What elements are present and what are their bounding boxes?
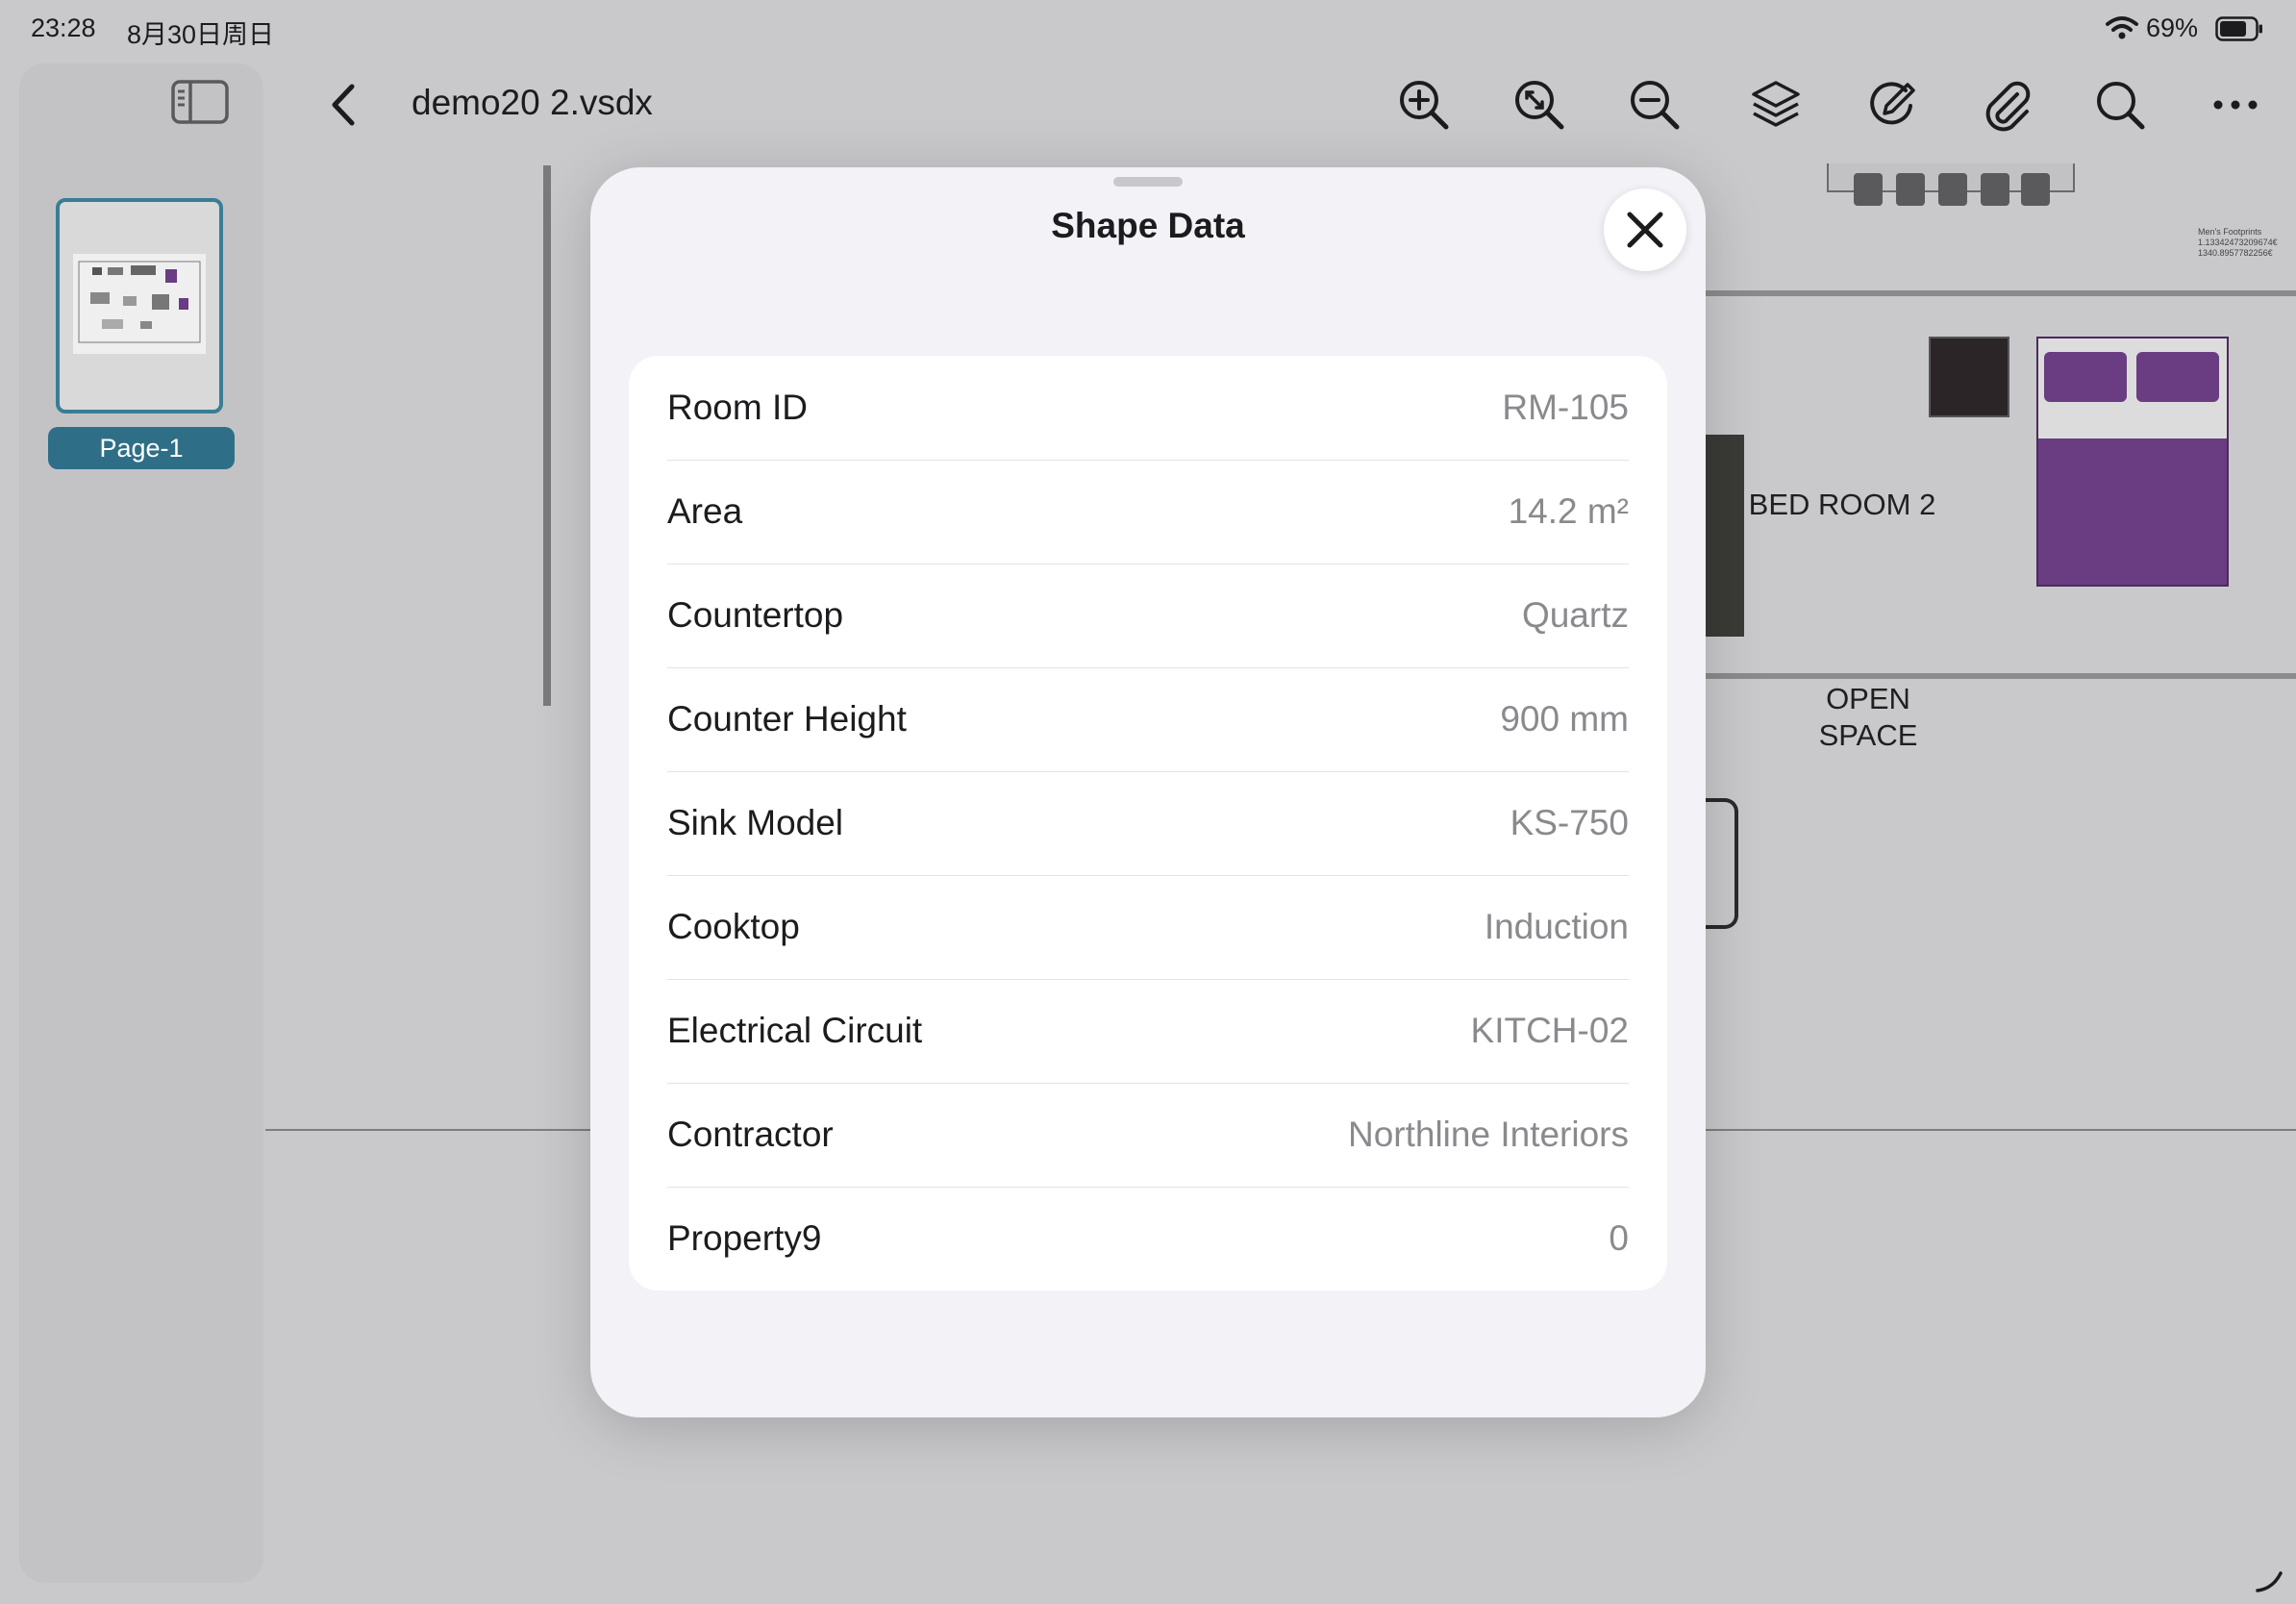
property-value: KS-750 [1510,803,1629,842]
list-item[interactable]: Electrical Circuit KITCH-02 [667,979,1629,1084]
list-item[interactable]: Property9 0 [667,1187,1629,1291]
door-shape [1706,798,1738,929]
attachment-icon[interactable] [1979,77,2034,133]
property-value: Induction [1484,907,1629,946]
battery-percent: 69% [2146,13,2199,42]
page-sidebar: Page-1 [19,63,263,1583]
status-time: 23:28 [31,13,96,42]
property-value: Quartz [1521,595,1629,635]
chair-shape [1896,173,1925,206]
document-title: demo20 2.vsdx [412,83,653,122]
sheet-title: Shape Data [1051,206,1245,245]
markup-icon[interactable] [1863,77,1919,133]
property-name: Room ID [667,388,808,427]
list-item[interactable]: Cooktop Induction [667,875,1629,980]
more-icon[interactable] [2208,77,2263,133]
wardrobe-shape [1706,435,1744,637]
page-label[interactable]: Page-1 [48,427,235,469]
zoom-fit-icon[interactable] [1511,77,1567,133]
status-date: 8月30日周日 [127,20,275,49]
property-name: Sink Model [667,803,844,842]
property-value: RM-105 [1502,388,1629,427]
property-name: Electrical Circuit [667,1011,923,1050]
canvas-wall [543,165,551,706]
list-item[interactable]: Sink Model KS-750 [667,771,1629,876]
footprint-note-line: 1.13342473209674€ [2198,238,2278,247]
property-name: Area [667,491,743,531]
property-name: Counter Height [667,699,907,739]
zoom-out-icon[interactable] [1627,77,1683,133]
sidebar-toggle-icon[interactable] [171,80,229,124]
canvas-wall [1706,673,2296,679]
battery-icon [2215,16,2262,41]
page-thumbnail[interactable] [56,198,223,414]
chair-shape [1854,173,1883,206]
room-label: BED ROOM 2 [1748,488,1936,521]
resize-corner-icon [2256,1571,2283,1592]
nightstand-shape [1929,337,2009,417]
bed-shape [2036,337,2229,587]
status-bar: 23:28 8月30日周日 69% [0,0,2296,60]
canvas-wall [1706,290,2296,296]
footprint-note-line: Men's Footprints [2198,227,2262,237]
list-item[interactable]: Counter Height 900 mm [667,667,1629,772]
property-name: Contractor [667,1115,834,1154]
list-item[interactable]: Room ID RM-105 [667,356,1629,461]
sheet-grabber[interactable] [1113,177,1183,187]
shape-data-sheet: Shape Data Room ID RM-105 Area 14.2 m² C… [590,167,1706,1417]
property-value: 14.2 m² [1508,491,1629,531]
property-name: Countertop [667,595,844,635]
list-item[interactable]: Countertop Quartz [667,564,1629,668]
page-thumbnail-preview [73,254,206,354]
chair-shape [1981,173,2009,206]
list-item[interactable]: Area 14.2 m² [667,460,1629,564]
property-value: 0 [1609,1218,1629,1258]
back-chevron-icon[interactable] [325,81,363,129]
wifi-icon [2106,16,2138,39]
list-item[interactable]: Contractor Northline Interiors [667,1083,1629,1188]
property-name: Cooktop [667,907,800,946]
property-name: Property9 [667,1218,822,1258]
shape-data-list: Room ID RM-105 Area 14.2 m² Countertop Q… [629,356,1667,1291]
footprint-note-line: 1340.8957782256€ [2198,248,2273,258]
property-value: 900 mm [1500,699,1629,739]
property-value: Northline Interiors [1347,1115,1629,1154]
close-icon [1627,212,1663,248]
room-label: OPEN SPACE [1818,682,1918,752]
chair-shape [1938,173,1967,206]
bed-pillow [2044,352,2127,402]
property-value: KITCH-02 [1470,1011,1629,1050]
close-button[interactable] [1604,188,1686,271]
chair-shape [2021,173,2050,206]
layers-icon[interactable] [1748,77,1804,133]
bed-pillow [2136,352,2219,402]
zoom-in-icon[interactable] [1396,77,1452,133]
footprint-note: Men's Footprints 1.13342473209674€ 1340.… [2198,227,2294,259]
search-icon[interactable] [2092,77,2148,133]
